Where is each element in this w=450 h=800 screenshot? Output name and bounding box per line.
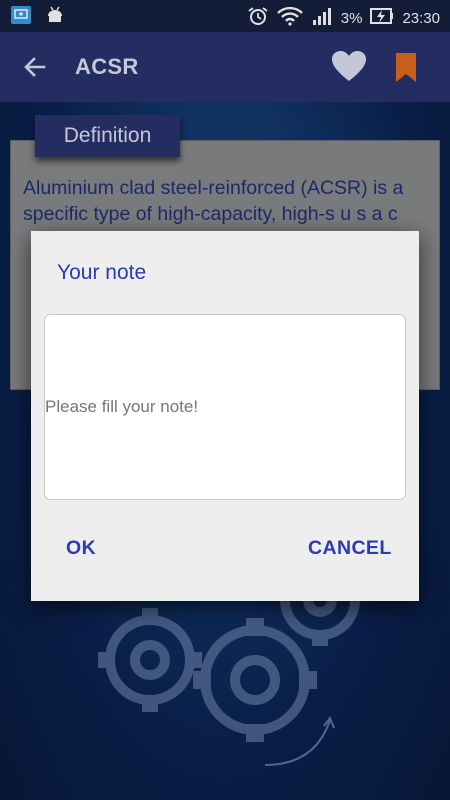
cancel-button[interactable]: CANCEL xyxy=(308,537,392,560)
note-input-box[interactable] xyxy=(44,314,406,500)
ok-button[interactable]: OK xyxy=(66,537,96,560)
dialog-title: Your note xyxy=(57,261,147,284)
note-input[interactable] xyxy=(45,315,405,499)
note-dialog: Your note OK CANCEL xyxy=(31,231,419,601)
